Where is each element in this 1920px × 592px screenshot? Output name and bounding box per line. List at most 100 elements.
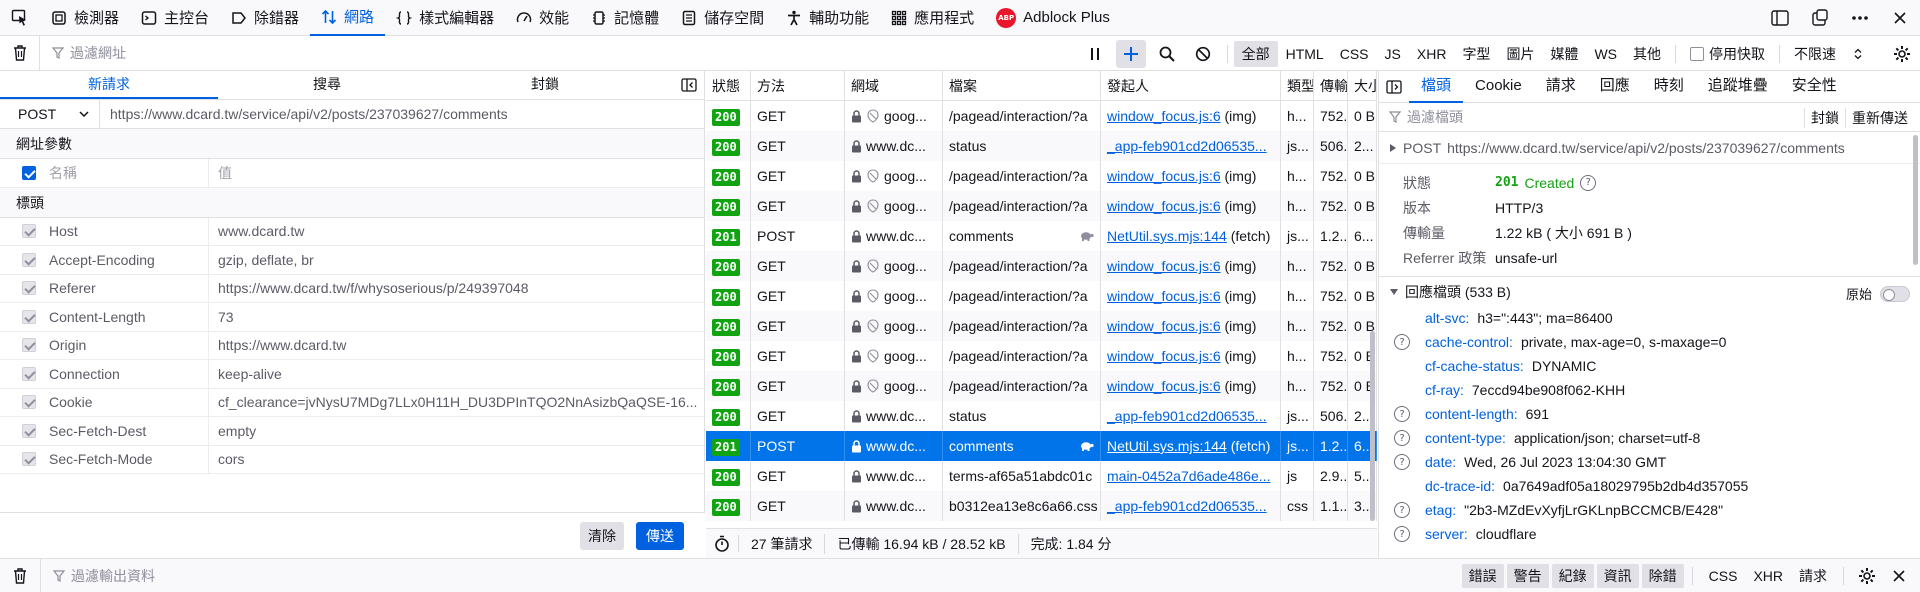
initiator-link[interactable]: window_focus.js:6 (1107, 288, 1221, 304)
header-name[interactable]: Cookie (40, 388, 209, 416)
col-file[interactable]: 檔案 (943, 71, 1101, 100)
header-name[interactable]: Sec-Fetch-Dest (40, 417, 209, 445)
request-row[interactable]: 200 GET goog... /pagead/interaction/?a windo… (706, 101, 1377, 131)
resend-button[interactable]: 重新傳送 (1845, 107, 1914, 128)
header-value[interactable]: gzip, deflate, br (209, 252, 704, 268)
collapse-sidebar-icon[interactable] (680, 76, 698, 94)
header-value[interactable]: https://www.dcard.tw (209, 337, 704, 353)
header-enable-checkbox[interactable] (22, 224, 36, 239)
header-value[interactable]: keep-alive (209, 366, 704, 382)
details-scrollbar[interactable] (1913, 135, 1918, 265)
help-icon[interactable]: ? (1580, 174, 1597, 191)
table-scrollbar[interactable] (1370, 331, 1375, 521)
tab-console[interactable]: 主控台 (130, 0, 220, 36)
console-level-button[interactable]: 錯誤 (1461, 563, 1504, 588)
type-filter-button[interactable]: 圖片 (1498, 41, 1542, 67)
type-filter-button[interactable]: 其他 (1625, 41, 1669, 67)
close-split-console-icon[interactable] (1884, 561, 1914, 591)
console-level-button[interactable]: 警告 (1506, 563, 1549, 588)
tab-blocking[interactable]: 封鎖 (436, 71, 654, 99)
detail-tab[interactable]: 時刻 (1642, 71, 1696, 103)
clear-requests-trash-icon[interactable] (0, 35, 40, 71)
network-settings-gear-icon[interactable] (1884, 36, 1920, 71)
tab-memory[interactable]: 記憶體 (580, 0, 670, 36)
dock-side-icon[interactable] (1760, 0, 1800, 36)
initiator-link[interactable]: window_focus.js:6 (1107, 348, 1221, 364)
tab-inspector[interactable]: 檢測器 (40, 0, 130, 36)
initiator-link[interactable]: window_focus.js:6 (1107, 198, 1221, 214)
detail-tab[interactable]: Cookie (1463, 71, 1534, 103)
detail-tab[interactable]: 回應 (1588, 71, 1642, 103)
detail-tab[interactable]: 請求 (1534, 71, 1588, 103)
header-name[interactable]: Host (40, 217, 209, 245)
request-url-input[interactable]: https://www.dcard.tw/service/api/v2/post… (100, 106, 508, 122)
type-filter-button[interactable]: 媒體 (1542, 41, 1586, 67)
console-type-button[interactable]: 請求 (1791, 564, 1835, 588)
detail-tab[interactable]: 安全性 (1780, 71, 1849, 103)
clear-console-trash-icon[interactable] (0, 559, 40, 592)
type-filter-button[interactable]: 字型 (1454, 41, 1498, 67)
header-enable-checkbox[interactable] (22, 338, 36, 353)
disable-cache-checkbox[interactable]: 停用快取 (1682, 44, 1773, 64)
toggle-sidebar-icon[interactable] (1379, 72, 1409, 102)
header-name[interactable]: Sec-Fetch-Mode (40, 445, 209, 473)
request-row[interactable]: 200 GET www.dc... status _app-feb901cd2d0653… (706, 131, 1377, 161)
element-picker-icon[interactable] (0, 0, 40, 36)
request-row[interactable]: 200 GET goog... /pagead/interaction/?a windo… (706, 251, 1377, 281)
header-name[interactable]: Origin (40, 331, 209, 359)
request-row[interactable]: 200 GET www.dc... status _app-feb901cd2d0653… (706, 401, 1377, 431)
tab-application[interactable]: 應用程式 (880, 0, 985, 36)
request-summary[interactable]: POST https://www.dcard.tw/service/api/v2… (1379, 132, 1920, 164)
initiator-link[interactable]: _app-feb901cd2d06535... (1107, 138, 1267, 154)
initiator-link[interactable]: _app-feb901cd2d06535... (1107, 408, 1267, 424)
header-value[interactable]: empty (209, 423, 704, 439)
header-name[interactable]: Connection (40, 360, 209, 388)
initiator-link[interactable]: window_focus.js:6 (1107, 258, 1221, 274)
header-value[interactable]: 73 (209, 309, 704, 325)
search-icon[interactable] (1149, 36, 1185, 71)
col-status[interactable]: 狀態 (706, 71, 751, 100)
header-enable-checkbox[interactable] (22, 252, 36, 267)
block-button[interactable]: 封鎖 (1804, 107, 1845, 128)
request-row[interactable]: 200 GET www.dc... b0312ea13e8c6a66.css _app-… (706, 491, 1377, 521)
type-filter-button[interactable]: XHR (1409, 43, 1455, 65)
detail-tab[interactable]: 追蹤堆疊 (1696, 71, 1780, 103)
send-button[interactable]: 傳送 (636, 522, 684, 550)
header-value[interactable]: cf_clearance=jvNysU7MDg7LLx0H11H_DU3DPIn… (209, 394, 704, 410)
tab-adblock[interactable]: ABP Adblock Plus (985, 0, 1121, 36)
initiator-link[interactable]: window_focus.js:6 (1107, 378, 1221, 394)
block-requests-icon[interactable] (1185, 36, 1221, 71)
help-icon[interactable]: ? (1394, 526, 1410, 542)
popout-window-icon[interactable] (1800, 0, 1840, 36)
type-filter-button[interactable]: HTML (1278, 43, 1332, 65)
col-initiator[interactable]: 發起人 (1101, 71, 1281, 100)
param-enable-checkbox[interactable] (22, 165, 36, 180)
tab-storage[interactable]: 儲存空間 (670, 0, 775, 36)
header-name[interactable]: Referer (40, 274, 209, 302)
help-icon[interactable]: ? (1394, 502, 1410, 518)
header-value[interactable]: https://www.dcard.tw/f/whysoserious/p/24… (209, 280, 704, 296)
header-enable-checkbox[interactable] (22, 423, 36, 438)
tab-network[interactable]: 網路 (310, 0, 386, 36)
close-icon[interactable] (1880, 0, 1920, 36)
response-headers-toggle[interactable]: 回應檔頭 (533 B) 原始 (1379, 276, 1920, 306)
request-row[interactable]: 200 GET goog... /pagead/interaction/?a windo… (706, 161, 1377, 191)
initiator-link[interactable]: main-0452a7d6ade486e... (1107, 468, 1270, 484)
col-transferred[interactable]: 傳輸 (1314, 71, 1348, 100)
tab-accessibility[interactable]: 輔助功能 (775, 0, 880, 36)
new-request-plus-icon[interactable] (1115, 39, 1146, 68)
headers-filter-input[interactable]: 過濾檔頭 封鎖 重新傳送 (1379, 103, 1920, 132)
col-type[interactable]: 類型 (1281, 71, 1314, 100)
initiator-link[interactable]: _app-feb901cd2d06535... (1107, 498, 1267, 514)
initiator-link[interactable]: window_focus.js:6 (1107, 108, 1221, 124)
url-filter-input[interactable]: 過濾網址 (40, 43, 126, 63)
type-filter-button[interactable]: JS (1377, 43, 1409, 65)
console-level-button[interactable]: 紀錄 (1551, 563, 1594, 588)
console-settings-gear-icon[interactable] (1852, 561, 1882, 591)
help-icon[interactable]: ? (1394, 454, 1410, 470)
header-enable-checkbox[interactable] (22, 395, 36, 410)
request-row[interactable]: 201 POST www.dc... comments NetUtil.sys.mjs:… (706, 431, 1377, 461)
console-level-button[interactable]: 資訊 (1596, 563, 1639, 588)
type-filter-button[interactable]: 全部 (1233, 40, 1278, 67)
console-level-button[interactable]: 除錯 (1641, 563, 1684, 588)
